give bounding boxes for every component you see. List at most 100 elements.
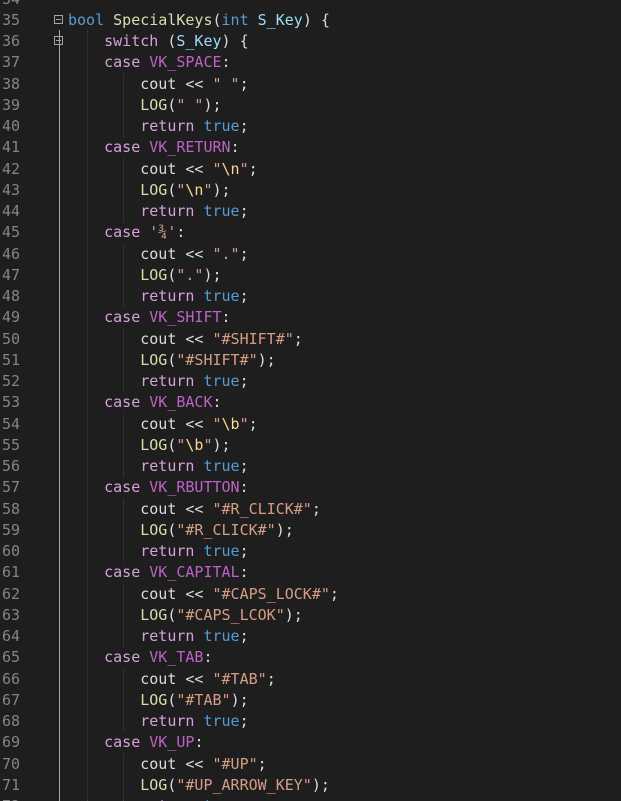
code-token: VK_SHIFT xyxy=(149,308,222,327)
line-number: 39 xyxy=(2,95,21,114)
code-line[interactable]: 39 LOG(" "); xyxy=(0,95,621,116)
code-line[interactable]: 40 return true; xyxy=(0,116,621,137)
code-token: cout << xyxy=(68,244,213,263)
code-line[interactable]: 51 LOG("#SHIFT#"); xyxy=(0,350,621,371)
code-token: SpecialKeys xyxy=(113,10,213,29)
code-line[interactable]: 57 case VK_RBUTTON: xyxy=(0,477,621,498)
code-line[interactable]: 34 xyxy=(0,0,621,10)
code-token: \n xyxy=(185,180,204,199)
code-line[interactable]: 60 return true; xyxy=(0,541,621,562)
code-line[interactable]: 55 LOG("\b"); xyxy=(0,435,621,456)
code-text: return true; xyxy=(68,626,248,647)
code-line[interactable]: 63 LOG("#CAPS_LCOK"); xyxy=(0,605,621,626)
code-token: "#CAPS_LCOK" xyxy=(176,605,285,624)
code-line[interactable]: 66 cout << "#TAB"; xyxy=(0,669,621,690)
code-token: LOG xyxy=(140,350,168,369)
line-number: 42 xyxy=(2,159,21,178)
code-token: LOG xyxy=(140,605,168,624)
code-line[interactable]: 44 return true; xyxy=(0,201,621,222)
code-line[interactable]: 48 return true; xyxy=(0,286,621,307)
code-line[interactable]: 69 case VK_UP: xyxy=(0,732,621,753)
indent-guide xyxy=(123,328,125,393)
code-line[interactable]: 70 cout << "#UP"; xyxy=(0,754,621,775)
code-token: cout << xyxy=(68,159,213,178)
code-line[interactable]: 52 return true; xyxy=(0,371,621,392)
code-text: cout << "#SHIFT#"; xyxy=(68,329,303,350)
code-token: ; xyxy=(239,712,249,730)
code-line[interactable]: 67 LOG("#TAB"); xyxy=(0,690,621,711)
code-line[interactable]: 64 return true; xyxy=(0,626,621,647)
line-number: 54 xyxy=(2,414,21,433)
code-token: ); xyxy=(230,690,249,709)
collapse-minus-icon[interactable] xyxy=(54,14,63,24)
code-line[interactable]: 68 return true; xyxy=(0,711,621,732)
code-token: ; xyxy=(248,159,258,178)
line-number: 66 xyxy=(2,669,21,688)
line-number: 55 xyxy=(2,435,21,454)
line-number: 58 xyxy=(2,499,21,518)
code-token: ); xyxy=(212,180,231,199)
line-number: 41 xyxy=(2,138,21,157)
code-line[interactable]: 46 cout << "."; xyxy=(0,244,621,265)
code-line[interactable]: 45 case '¾': xyxy=(0,222,621,243)
indent-guide xyxy=(123,158,125,223)
code-token: "." xyxy=(176,265,204,284)
code-token: " xyxy=(203,180,213,199)
code-line[interactable]: 72 return true; xyxy=(0,796,621,801)
code-text: case VK_CAPITAL: xyxy=(68,562,249,583)
line-number: 52 xyxy=(2,372,21,390)
line-number: 65 xyxy=(2,648,21,667)
code-text: LOG("."); xyxy=(68,265,221,286)
code-line[interactable]: 50 cout << "#SHIFT#"; xyxy=(0,329,621,350)
line-number: 35 xyxy=(2,10,21,29)
code-token: return xyxy=(140,372,195,390)
code-token: cout << xyxy=(68,414,213,433)
code-text: return true; xyxy=(68,711,249,732)
code-token: case xyxy=(104,478,141,497)
collapse-minus-icon[interactable] xyxy=(54,36,63,45)
code-token: LOG xyxy=(140,520,168,539)
code-token: return xyxy=(140,797,194,801)
code-token: ); xyxy=(284,605,303,624)
code-line[interactable]: 53 case VK_BACK: xyxy=(0,392,621,413)
code-line[interactable]: 61 case VK_CAPITAL: xyxy=(0,562,621,583)
code-line[interactable]: 49 case VK_SHIFT: xyxy=(0,307,621,328)
code-token: " xyxy=(239,414,249,433)
code-line[interactable]: 43 LOG("\n"); xyxy=(0,180,621,201)
indent-guide xyxy=(123,583,125,648)
code-line[interactable]: 41 case VK_RETURN: xyxy=(0,137,621,158)
code-token: case xyxy=(104,138,141,157)
code-text: return true; xyxy=(68,286,248,307)
code-editor[interactable]: 3435bool SpecialKeys(int S_Key) {36 swit… xyxy=(0,0,621,801)
code-line[interactable]: 58 cout << "#R_CLICK#"; xyxy=(0,499,621,520)
code-token: LOG xyxy=(140,95,168,114)
line-number: 53 xyxy=(2,393,21,412)
code-token: VK_TAB xyxy=(149,648,204,667)
indent-guide xyxy=(123,498,125,563)
code-line[interactable]: 54 cout << "\b"; xyxy=(0,414,621,435)
code-token: ( xyxy=(212,10,222,29)
code-line[interactable]: 65 case VK_TAB: xyxy=(0,647,621,668)
code-line[interactable]: 38 cout << " "; xyxy=(0,74,621,95)
code-line[interactable]: 47 LOG("."); xyxy=(0,265,621,286)
code-line[interactable]: 37 case VK_SPACE: xyxy=(0,52,621,73)
code-line[interactable]: 56 return true; xyxy=(0,456,621,477)
code-token: ( xyxy=(158,32,177,50)
code-line[interactable]: 42 cout << "\n"; xyxy=(0,159,621,180)
code-line[interactable]: 36 switch (S_Key) { xyxy=(0,31,621,52)
code-line[interactable]: 59 LOG("#R_CLICK#"); xyxy=(0,520,621,541)
code-line[interactable]: 35 bool SpecialKeys(int S_Key) { xyxy=(0,10,621,31)
code-token: "#SHIFT#" xyxy=(176,350,258,369)
code-token: ); xyxy=(212,435,231,454)
code-token: ; xyxy=(293,329,303,348)
code-token: true xyxy=(203,202,240,220)
code-token: true xyxy=(203,797,239,801)
code-token: VK_SPACE xyxy=(149,53,222,72)
code-line[interactable]: 62 cout << "#CAPS_LOCK#"; xyxy=(0,584,621,605)
code-line[interactable]: 71 LOG("#UP_ARROW_KEY"); xyxy=(0,775,621,796)
line-number: 48 xyxy=(2,287,21,305)
